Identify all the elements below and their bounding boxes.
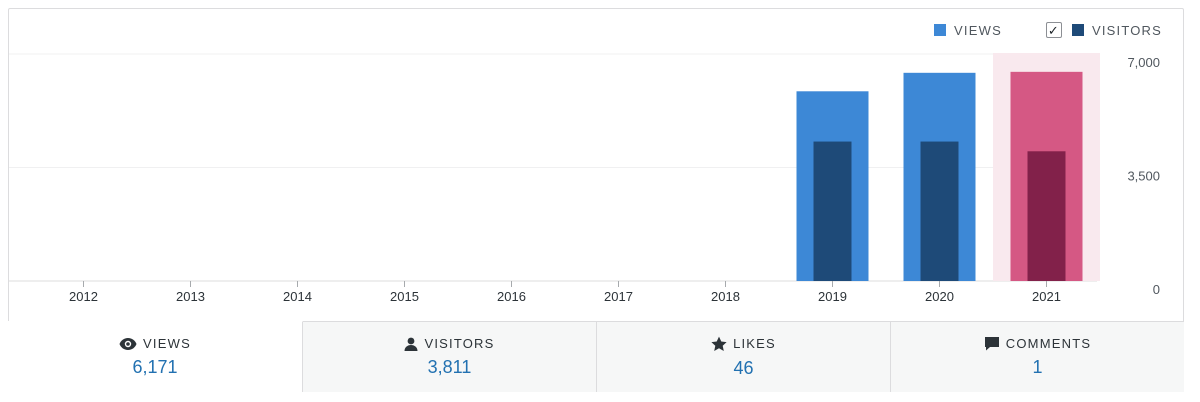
views-swatch (934, 24, 947, 36)
tab-visitors[interactable]: VISITORS 3,811 (303, 321, 597, 392)
legend-visitors[interactable]: VISITORS (1071, 22, 1162, 38)
x-tick-label: 2012 (69, 289, 98, 304)
comment-icon (984, 336, 1000, 351)
person-icon (404, 337, 418, 351)
likes-count: 46 (733, 357, 754, 378)
x-tick-label: 2021 (1032, 289, 1061, 304)
visitors-bar (1027, 151, 1066, 281)
visitors-count: 3,811 (427, 357, 472, 377)
tab-views-label: VIEWS (143, 336, 191, 351)
star-icon (711, 336, 727, 352)
chart-legend: VIEWS ✓ VISITORS (934, 22, 1162, 38)
visitors-checkbox[interactable]: ✓ (1045, 22, 1062, 38)
visitors-bar (920, 141, 959, 281)
tab-visitors-label: VISITORS (424, 336, 495, 351)
tab-likes-label: LIKES (733, 336, 776, 351)
x-tick-label: 2015 (390, 289, 419, 304)
x-tick-label: 2019 (818, 289, 847, 304)
legend-views-label: VIEWS (954, 22, 1002, 38)
comments-count: 1 (1032, 357, 1043, 377)
visitors-swatch (1071, 24, 1084, 36)
visitors-bar (813, 141, 852, 281)
y-tick-label: 3,500 (1127, 169, 1160, 184)
stats-tabs: VIEWS 6,171 VISITORS 3,811 LIKES 46 COMM… (8, 321, 1184, 392)
x-tick-label: 2013 (176, 289, 205, 304)
tab-comments-label: COMMENTS (1005, 336, 1092, 351)
views-count: 6,171 (132, 357, 178, 377)
bar-chart: 7,000 3,500 0 2012 2013 2014 2015 2016 2017 2018 2… (9, 53, 1160, 304)
x-tick-label: 2014 (283, 289, 312, 304)
x-tick-label: 2017 (604, 289, 633, 304)
tab-likes[interactable]: LIKES 46 (597, 321, 891, 392)
legend-views[interactable]: VIEWS (934, 23, 1002, 38)
tab-comments[interactable]: COMMENTS 1 (891, 321, 1184, 392)
eye-icon (119, 337, 137, 350)
tab-views[interactable]: VIEWS 6,171 (8, 321, 303, 392)
y-tick-label: 0 (1153, 282, 1160, 297)
x-tick-label: 2016 (497, 289, 526, 304)
x-tick-label: 2018 (711, 289, 740, 304)
legend-visitors-label: VISITORS (1091, 22, 1162, 38)
y-tick-label: 7,000 (1127, 55, 1160, 70)
x-tick-label: 2020 (925, 289, 954, 304)
